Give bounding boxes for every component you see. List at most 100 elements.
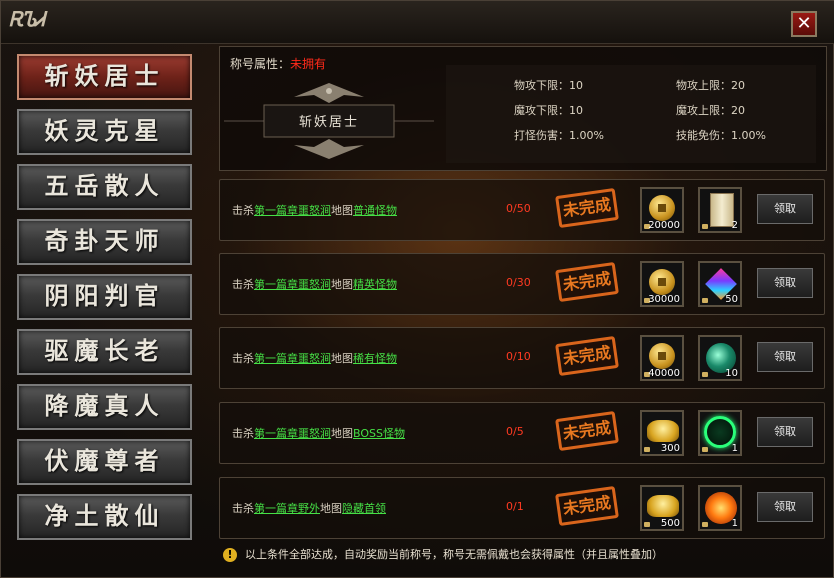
task-map-link[interactable]: 第一篇章噩怒涧 xyxy=(254,427,331,440)
reward-count: 40000 xyxy=(648,368,680,379)
task-prefix: 击杀 xyxy=(232,502,254,515)
gold-coin-icon xyxy=(649,343,675,369)
bound-lock-icon xyxy=(644,522,650,527)
task-target-link[interactable]: BOSS怪物 xyxy=(353,427,405,440)
incomplete-stamp: 未完成 xyxy=(555,335,619,377)
reward-slot-item[interactable]: 10 xyxy=(698,335,742,381)
task-progress: 0/5 xyxy=(506,425,524,438)
nav-item-yinyang[interactable]: 阴阳判官 xyxy=(17,274,192,320)
task-progress: 0/30 xyxy=(506,276,531,289)
reward-slot-ingot[interactable]: 300 xyxy=(640,410,684,456)
gold-ingot-icon xyxy=(647,420,679,442)
task-progress: 0/1 xyxy=(506,500,524,513)
task-mid: 地图 xyxy=(331,427,353,440)
task-prefix: 击杀 xyxy=(232,427,254,440)
reward-count: 500 xyxy=(660,518,680,529)
title-nav: 斩妖居士 妖灵克星 五岳散人 奇卦天师 阴阳判官 驱魔长老 降魔真人 伏魔尊者 … xyxy=(9,46,209,566)
task-mid: 地图 xyxy=(331,352,353,365)
incomplete-stamp: 未完成 xyxy=(555,187,619,229)
title-info-panel: 称号属性：未拥有 斩妖居士 物攻下限：10 物攻上限：20 魔攻下限：10 魔攻… xyxy=(219,46,827,171)
bound-lock-icon xyxy=(702,224,708,229)
reward-count: 10 xyxy=(725,368,738,379)
reward-count: 2 xyxy=(731,220,738,231)
stat-magic-max: 魔攻上限：20 xyxy=(676,104,745,117)
task-prefix: 击杀 xyxy=(232,278,254,291)
task-map-link[interactable]: 第一篇章噩怒涧 xyxy=(254,278,331,291)
nav-item-qigua[interactable]: 奇卦天师 xyxy=(17,219,192,265)
task-target-link[interactable]: 稀有怪物 xyxy=(353,352,397,365)
nav-item-xiangmo[interactable]: 降魔真人 xyxy=(17,384,192,430)
nav-item-yaoling[interactable]: 妖灵克星 xyxy=(17,109,192,155)
reward-slot-gold[interactable]: 40000 xyxy=(640,335,684,381)
emblem-name: 斩妖居士 xyxy=(298,115,359,130)
reward-count: 300 xyxy=(660,443,680,454)
claim-button[interactable]: 领取 xyxy=(757,268,813,298)
reward-slot-item[interactable]: 1 xyxy=(698,410,742,456)
task-description: 击杀第一篇章野外地图隐藏首领 xyxy=(232,500,386,516)
footer-note: ! 以上条件全部达成，自动奖励当前称号，称号无需佩戴也会获得属性（并且属性叠加） xyxy=(223,546,663,562)
reward-slot-gold[interactable]: 20000 xyxy=(640,187,684,233)
task-progress: 0/10 xyxy=(506,350,531,363)
task-prefix: 击杀 xyxy=(232,204,254,217)
task-row: 击杀第一篇章噩怒涧地图普通怪物 0/50 未完成 20000 2 领取 xyxy=(219,179,825,241)
reward-count: 30000 xyxy=(648,294,680,305)
stat-phys-min: 物攻下限：10 xyxy=(514,79,583,92)
task-target-link[interactable]: 隐藏首领 xyxy=(342,502,386,515)
stat-phys-max: 物攻上限：20 xyxy=(676,79,745,92)
scroll-icon xyxy=(710,193,734,227)
incomplete-stamp: 未完成 xyxy=(555,485,619,527)
incomplete-stamp: 未完成 xyxy=(555,261,619,303)
reward-count: 50 xyxy=(725,294,738,305)
task-target-link[interactable]: 精英怪物 xyxy=(353,278,397,291)
bound-lock-icon xyxy=(702,447,708,452)
bound-lock-icon xyxy=(702,298,708,303)
title-window: ᎡᏖᏗ ✕ 斩妖居士 妖灵克星 五岳散人 奇卦天师 阴阳判官 驱魔长老 降魔真人… xyxy=(0,0,834,578)
reward-count: 1 xyxy=(731,443,738,454)
title-emblem: 斩妖居士 xyxy=(224,77,434,165)
task-map-link[interactable]: 第一篇章噩怒涧 xyxy=(254,352,331,365)
task-description: 击杀第一篇章噩怒涧地图精英怪物 xyxy=(232,276,397,292)
task-row: 击杀第一篇章噩怒涧地图精英怪物 0/30 未完成 30000 50 领取 xyxy=(219,253,825,315)
task-mid: 地图 xyxy=(331,204,353,217)
claim-button[interactable]: 领取 xyxy=(757,492,813,522)
reward-count: 1 xyxy=(731,518,738,529)
nav-item-jingtu[interactable]: 净土散仙 xyxy=(17,494,192,540)
task-map-link[interactable]: 第一篇章野外 xyxy=(254,502,320,515)
reward-slot-item[interactable]: 50 xyxy=(698,261,742,307)
claim-button[interactable]: 领取 xyxy=(757,342,813,372)
task-description: 击杀第一篇章噩怒涧地图BOSS怪物 xyxy=(232,425,405,441)
bound-lock-icon xyxy=(644,447,650,452)
task-prefix: 击杀 xyxy=(232,352,254,365)
status-value: 未拥有 xyxy=(290,57,327,71)
task-row: 击杀第一篇章野外地图隐藏首领 0/1 未完成 500 1 领取 xyxy=(219,477,825,539)
task-progress: 0/50 xyxy=(506,202,531,215)
nav-item-zhanyao[interactable]: 斩妖居士 xyxy=(17,54,192,100)
close-button[interactable]: ✕ xyxy=(791,11,817,37)
task-target-link[interactable]: 普通怪物 xyxy=(353,204,397,217)
reward-count: 20000 xyxy=(648,220,680,231)
task-row: 击杀第一篇章噩怒涧地图BOSS怪物 0/5 未完成 300 1 领取 xyxy=(219,402,825,464)
reward-slot-ingot[interactable]: 500 xyxy=(640,485,684,531)
reward-slot-item[interactable]: 2 xyxy=(698,187,742,233)
gold-coin-icon xyxy=(649,269,675,295)
title-status: 称号属性：未拥有 xyxy=(230,55,326,72)
bound-lock-icon xyxy=(702,522,708,527)
stat-skill-reduction: 技能免伤：1.00% xyxy=(676,129,766,142)
nav-item-fumo[interactable]: 伏魔尊者 xyxy=(17,439,192,485)
claim-button[interactable]: 领取 xyxy=(757,417,813,447)
task-map-link[interactable]: 第一篇章噩怒涧 xyxy=(254,204,331,217)
claim-button[interactable]: 领取 xyxy=(757,194,813,224)
task-description: 击杀第一篇章噩怒涧地图稀有怪物 xyxy=(232,350,397,366)
stat-magic-min: 魔攻下限：10 xyxy=(514,104,583,117)
reward-slot-gold[interactable]: 30000 xyxy=(640,261,684,307)
reward-slot-item[interactable]: 1 xyxy=(698,485,742,531)
task-mid: 地图 xyxy=(331,278,353,291)
footer-text: 以上条件全部达成，自动奖励当前称号，称号无需佩戴也会获得属性（并且属性叠加） xyxy=(245,548,663,561)
gold-coin-icon xyxy=(649,195,675,221)
nav-item-qumo[interactable]: 驱魔长老 xyxy=(17,329,192,375)
window-logo: ᎡᏖᏗ xyxy=(9,7,45,31)
nav-item-wuyue[interactable]: 五岳散人 xyxy=(17,164,192,210)
title-stats: 物攻下限：10 物攻上限：20 魔攻下限：10 魔攻上限：20 打怪伤害：1.0… xyxy=(446,65,816,163)
incomplete-stamp: 未完成 xyxy=(555,410,619,452)
task-mid: 地图 xyxy=(320,502,342,515)
